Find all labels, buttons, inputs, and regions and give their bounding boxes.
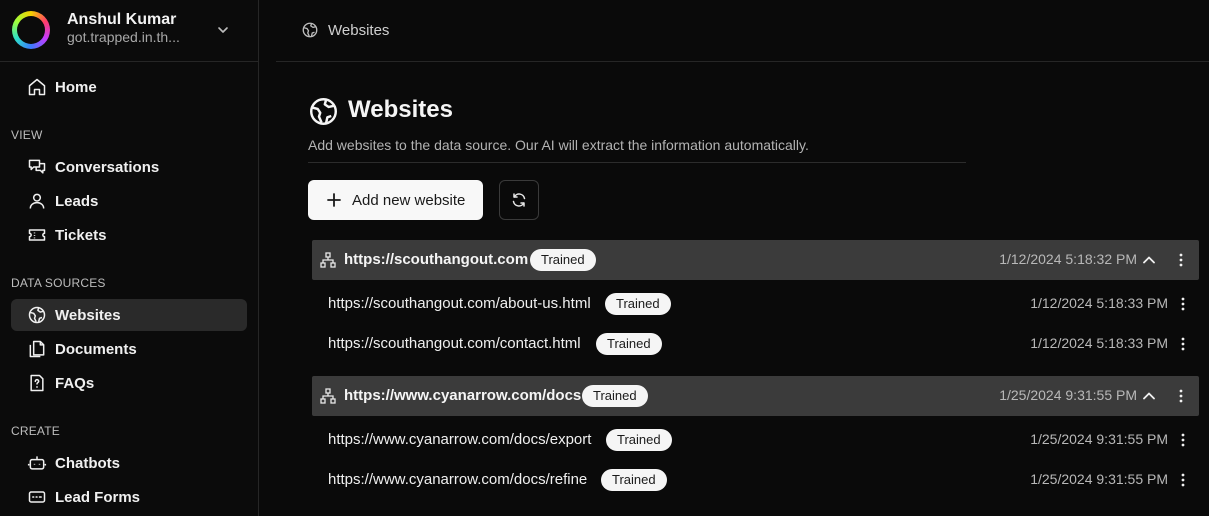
refresh-icon <box>512 193 526 207</box>
ticket-icon <box>28 229 46 241</box>
chevron-down-icon[interactable] <box>215 22 231 38</box>
sidebar-item-label: Chatbots <box>55 454 120 472</box>
section-title-view: VIEW <box>11 128 43 142</box>
globe-icon <box>28 306 46 324</box>
more-options-icon[interactable] <box>1181 337 1185 351</box>
page-url[interactable]: https://scouthangout.com/contact.html <box>328 335 581 352</box>
home-icon <box>28 78 46 96</box>
timestamp: 1/25/2024 9:31:55 PM <box>1030 431 1168 447</box>
add-website-button[interactable]: Add new website <box>308 180 483 220</box>
more-options-icon[interactable] <box>1179 253 1183 267</box>
timestamp: 1/12/2024 5:18:33 PM <box>1030 335 1168 351</box>
avatar <box>12 11 50 49</box>
more-options-icon[interactable] <box>1181 433 1185 447</box>
website-page-row[interactable]: https://scouthangout.com/about-us.html T… <box>312 284 1199 324</box>
status-badge: Trained <box>530 249 596 271</box>
sidebar-item-websites[interactable]: Websites <box>11 299 247 331</box>
timestamp: 1/12/2024 5:18:32 PM <box>999 251 1137 267</box>
website-page-row[interactable]: https://www.cyanarrow.com/docs/export Tr… <box>312 420 1199 460</box>
website-page-row[interactable]: https://scouthangout.com/contact.html Tr… <box>312 324 1199 364</box>
sitemap-icon <box>320 388 336 404</box>
sidebar-item-home[interactable]: Home <box>11 71 247 103</box>
website-url[interactable]: https://scouthangout.com <box>344 251 528 268</box>
refresh-button[interactable] <box>499 180 539 220</box>
page-title: Websites <box>348 96 453 123</box>
website-url[interactable]: https://www.cyanarrow.com/docs <box>344 387 581 404</box>
website-group-row[interactable]: https://scouthangout.com Trained 1/12/20… <box>312 240 1199 280</box>
globe-icon <box>310 98 337 125</box>
status-badge: Trained <box>605 293 671 315</box>
sidebar-item-lead-forms[interactable]: Lead Forms <box>11 481 247 513</box>
question-file-icon <box>30 374 44 392</box>
sidebar-item-label: Websites <box>55 306 121 324</box>
plus-icon <box>327 193 341 207</box>
sidebar: Anshul Kumar got.trapped.in.th... Home V… <box>0 0 259 516</box>
more-options-icon[interactable] <box>1179 389 1183 403</box>
sidebar-item-label: Conversations <box>55 158 160 176</box>
sidebar-item-tickets[interactable]: Tickets <box>11 219 247 251</box>
bot-icon <box>27 456 47 470</box>
section-title-data-sources: DATA SOURCES <box>11 276 106 290</box>
sidebar-item-faqs[interactable]: FAQs <box>11 367 247 399</box>
more-options-icon[interactable] <box>1181 297 1185 311</box>
timestamp: 1/25/2024 9:31:55 PM <box>999 387 1137 403</box>
website-page-row[interactable]: https://www.cyanarrow.com/docs/refine Tr… <box>312 460 1199 500</box>
sidebar-item-chatbots[interactable]: Chatbots <box>11 447 247 479</box>
sidebar-item-label: FAQs <box>55 374 95 392</box>
page-url[interactable]: https://scouthangout.com/about-us.html <box>328 295 591 312</box>
chevron-up-icon[interactable] <box>1142 389 1156 403</box>
chevron-up-icon[interactable] <box>1142 253 1156 267</box>
section-title-create: CREATE <box>11 424 60 438</box>
profile-email: got.trapped.in.th... <box>67 29 180 45</box>
timestamp: 1/25/2024 9:31:55 PM <box>1030 471 1168 487</box>
breadcrumb: Websites <box>276 0 1209 62</box>
sitemap-icon <box>320 252 336 268</box>
form-icon <box>28 491 46 503</box>
profile-name: Anshul Kumar <box>67 11 177 28</box>
globe-icon <box>302 22 318 38</box>
documents-icon <box>29 340 45 358</box>
profile-switcher[interactable]: Anshul Kumar got.trapped.in.th... <box>0 0 259 62</box>
status-badge: Trained <box>582 385 648 407</box>
add-website-label: Add new website <box>352 192 466 209</box>
status-badge: Trained <box>601 469 667 491</box>
breadcrumb-label: Websites <box>328 22 390 39</box>
more-options-icon[interactable] <box>1181 473 1185 487</box>
user-icon <box>29 193 45 209</box>
sidebar-item-documents[interactable]: Documents <box>11 333 247 365</box>
status-badge: Trained <box>606 429 672 451</box>
sidebar-item-label: Tickets <box>55 226 107 244</box>
chat-bubbles-icon <box>28 159 46 174</box>
status-badge: Trained <box>596 333 662 355</box>
sidebar-item-label: Leads <box>55 192 99 210</box>
sidebar-item-label: Lead Forms <box>55 488 141 506</box>
timestamp: 1/12/2024 5:18:33 PM <box>1030 295 1168 311</box>
page-url[interactable]: https://www.cyanarrow.com/docs/refine <box>328 471 587 488</box>
page-description: Add websites to the data source. Our AI … <box>308 137 809 153</box>
website-group-row[interactable]: https://www.cyanarrow.com/docs Trained 1… <box>312 376 1199 416</box>
sidebar-item-label: Home <box>55 78 97 96</box>
sidebar-item-label: Documents <box>55 340 137 358</box>
page-url[interactable]: https://www.cyanarrow.com/docs/export <box>328 431 591 448</box>
sidebar-item-leads[interactable]: Leads <box>11 185 247 217</box>
divider <box>308 162 966 163</box>
sidebar-item-conversations[interactable]: Conversations <box>11 151 247 183</box>
